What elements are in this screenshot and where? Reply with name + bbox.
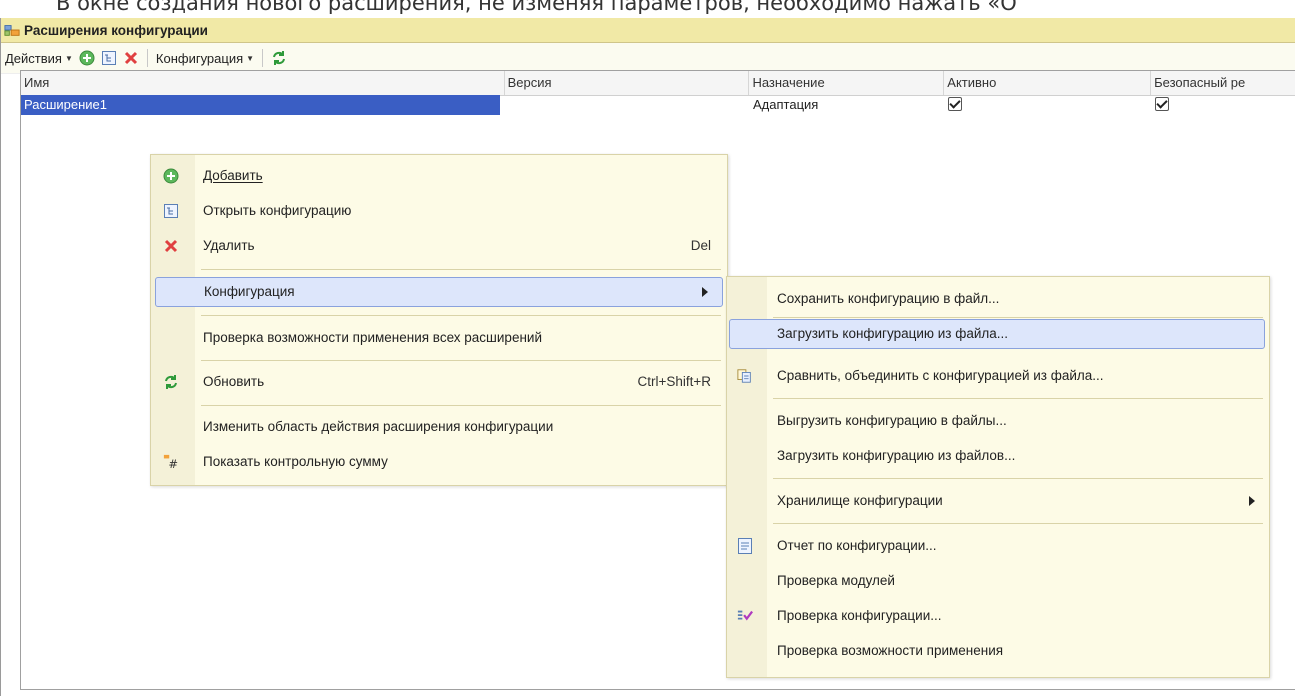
menu-item-label: Конфигурация bbox=[204, 284, 295, 299]
submenu-item-check-apply[interactable]: Проверка возможности применения bbox=[727, 636, 1269, 666]
menu-item-label: Загрузить конфигурацию из файла... bbox=[777, 326, 1009, 341]
row-safe-cell[interactable] bbox=[1152, 95, 1295, 115]
menu-separator bbox=[773, 398, 1263, 399]
column-header-version[interactable]: Версия bbox=[505, 71, 750, 95]
menu-item-delete[interactable]: Удалить Del bbox=[151, 231, 727, 261]
column-header-purpose[interactable]: Назначение bbox=[749, 71, 945, 95]
submenu-item-report[interactable]: Отчет по конфигурации... bbox=[727, 531, 1269, 561]
chevron-down-icon: ▼ bbox=[246, 53, 255, 63]
menu-item-checksum[interactable]: # Показать контрольную сумму bbox=[151, 447, 727, 477]
delete-icon bbox=[123, 50, 139, 66]
add-icon bbox=[163, 168, 179, 184]
menu-separator bbox=[773, 523, 1263, 524]
table-header: Имя Версия Назначение Активно Безопасный… bbox=[21, 71, 1295, 96]
column-header-safe-mode[interactable]: Безопасный ре bbox=[1151, 71, 1295, 95]
menu-item-label: Удалить bbox=[203, 238, 255, 253]
menu-item-label: Проверка конфигурации... bbox=[777, 608, 942, 623]
submenu-item-load-from-file[interactable]: Загрузить конфигурацию из файла... bbox=[729, 319, 1265, 349]
delete-button[interactable] bbox=[120, 47, 142, 69]
menu-separator bbox=[201, 360, 721, 361]
menu-item-label: Проверка возможности применения bbox=[777, 643, 1004, 658]
add-icon bbox=[79, 50, 95, 66]
menu-item-label: Хранилище конфигурации bbox=[777, 493, 943, 508]
menu-item-configuration[interactable]: Конфигурация bbox=[155, 277, 723, 307]
menu-separator bbox=[201, 315, 721, 316]
config-tree-icon bbox=[163, 203, 179, 219]
shortcut-label: Ctrl+Shift+R bbox=[637, 374, 711, 389]
menu-item-open-config[interactable]: Открыть конфигурацию bbox=[151, 196, 727, 226]
submenu-item-repository[interactable]: Хранилище конфигурации bbox=[727, 486, 1269, 516]
chevron-down-icon: ▼ bbox=[64, 53, 73, 63]
menu-item-check-all[interactable]: Проверка возможности применения всех рас… bbox=[151, 323, 727, 353]
svg-text:#: # bbox=[168, 457, 178, 471]
menu-item-label: Выгрузить конфигурацию в файлы... bbox=[777, 413, 1007, 428]
active-checkbox[interactable] bbox=[948, 97, 962, 111]
menu-item-label: Изменить область действия расширения кон… bbox=[203, 419, 554, 434]
submenu-item-compare-merge[interactable]: Сравнить, объединить с конфигурацией из … bbox=[727, 361, 1269, 391]
context-menu: Добавить Открыть конфигурацию Удалить De… bbox=[150, 154, 728, 486]
menu-item-label: Загрузить конфигурацию из файлов... bbox=[777, 448, 1016, 463]
table-row[interactable]: Расширение1 Адаптация bbox=[21, 95, 1295, 115]
refresh-icon bbox=[163, 374, 179, 390]
window-title: Расширения конфигурации bbox=[24, 22, 208, 38]
submenu-item-check-modules[interactable]: Проверка модулей bbox=[727, 566, 1269, 596]
column-header-active[interactable]: Активно bbox=[944, 71, 1152, 95]
menu-separator bbox=[201, 405, 721, 406]
page-caption: В окне создания нового расширения, не из… bbox=[56, 0, 1017, 14]
add-button[interactable] bbox=[76, 47, 98, 69]
configuration-submenu: Сохранить конфигурацию в файл... Загрузи… bbox=[726, 276, 1270, 678]
menu-separator bbox=[773, 478, 1263, 479]
column-header-name[interactable]: Имя bbox=[21, 71, 505, 95]
refresh-icon bbox=[271, 50, 287, 66]
menu-separator bbox=[201, 269, 721, 270]
checksum-icon: # bbox=[163, 454, 179, 471]
submenu-item-check-config[interactable]: Проверка конфигурации... bbox=[727, 601, 1269, 631]
menu-item-label: Отчет по конфигурации... bbox=[777, 538, 937, 553]
menu-item-label: Добавить bbox=[203, 168, 263, 183]
menu-item-label: Проверка модулей bbox=[777, 573, 895, 588]
menu-item-refresh[interactable]: Обновить Ctrl+Shift+R bbox=[151, 367, 727, 397]
menu-item-label: Открыть конфигурацию bbox=[203, 203, 352, 218]
chevron-right-icon bbox=[702, 287, 708, 297]
report-icon bbox=[737, 538, 753, 554]
submenu-item-load-from-files[interactable]: Загрузить конфигурацию из файлов... bbox=[727, 441, 1269, 471]
menu-item-change-scope[interactable]: Изменить область действия расширения кон… bbox=[151, 412, 727, 442]
submenu-item-save-to-file[interactable]: Сохранить конфигурацию в файл... bbox=[727, 284, 1269, 314]
row-purpose-cell[interactable]: Адаптация bbox=[750, 95, 945, 115]
actions-label: Действия bbox=[5, 50, 62, 66]
safe-mode-checkbox[interactable] bbox=[1155, 97, 1169, 111]
menu-item-add[interactable]: Добавить bbox=[151, 161, 727, 191]
configuration-menu-button[interactable]: Конфигурация ▼ bbox=[153, 47, 257, 69]
row-active-cell[interactable] bbox=[945, 95, 1152, 115]
submenu-item-dump-to-files[interactable]: Выгрузить конфигурацию в файлы... bbox=[727, 406, 1269, 436]
actions-menu-button[interactable]: Действия ▼ bbox=[2, 47, 76, 69]
window-titlebar: Расширения конфигурации bbox=[1, 18, 1295, 43]
check-list-icon bbox=[737, 608, 753, 624]
toolbar-separator bbox=[146, 49, 148, 67]
compare-merge-icon bbox=[737, 368, 753, 384]
config-tree-icon bbox=[101, 50, 117, 66]
chevron-right-icon bbox=[1249, 496, 1255, 506]
menu-item-label: Обновить bbox=[203, 374, 265, 389]
open-config-button[interactable] bbox=[98, 47, 120, 69]
menu-item-label: Сохранить конфигурацию в файл... bbox=[777, 291, 1000, 306]
toolbar-separator bbox=[262, 49, 264, 67]
menu-item-label: Проверка возможности применения всех рас… bbox=[203, 330, 542, 345]
delete-icon bbox=[163, 238, 179, 254]
menu-item-label: Показать контрольную сумму bbox=[203, 454, 388, 469]
menu-separator bbox=[773, 317, 1263, 318]
configuration-label: Конфигурация bbox=[155, 50, 244, 66]
refresh-button[interactable] bbox=[268, 47, 290, 69]
menu-item-label: Сравнить, объединить с конфигурацией из … bbox=[777, 368, 1104, 383]
row-name-cell[interactable]: Расширение1 bbox=[21, 95, 500, 115]
shortcut-label: Del bbox=[690, 238, 711, 253]
extensions-icon bbox=[4, 22, 20, 38]
